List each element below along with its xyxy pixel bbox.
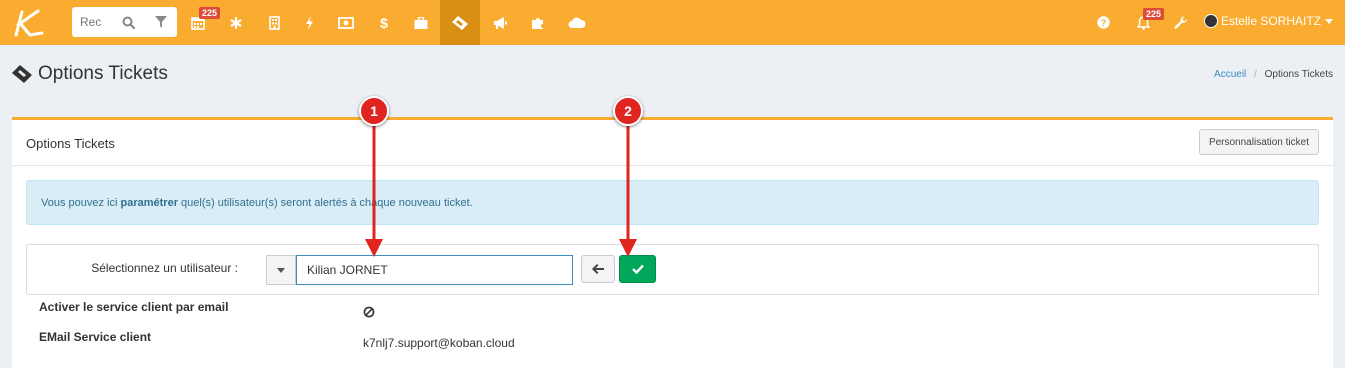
- caret-down-icon: [277, 267, 285, 273]
- bell-icon[interactable]: [1124, 0, 1162, 45]
- briefcase-icon[interactable]: [402, 0, 440, 45]
- page-title: Options Tickets: [12, 63, 168, 85]
- info-alert: Vous pouvez ici paramétrer quel(s) utili…: [26, 180, 1319, 225]
- user-dropdown-toggle[interactable]: [266, 255, 296, 285]
- svg-text:?: ?: [1100, 18, 1106, 28]
- customize-ticket-button[interactable]: Personnalisation ticket: [1198, 129, 1319, 155]
- help-icon[interactable]: ?: [1084, 0, 1122, 45]
- breadcrumb: Accueil / Options Tickets: [1214, 69, 1333, 80]
- alert-prefix: Vous pouvez ici: [41, 196, 121, 209]
- validate-button[interactable]: [619, 255, 656, 283]
- check-icon: [631, 264, 644, 274]
- alert-suffix: quel(s) utilisateur(s) seront alertés à …: [177, 196, 473, 209]
- building-icon[interactable]: [255, 0, 293, 45]
- user-name: Estelle SORHAITZ: [1220, 14, 1321, 28]
- breadcrumb-current: Options Tickets: [1264, 69, 1333, 80]
- puzzle-icon[interactable]: [519, 0, 557, 45]
- search-icon[interactable]: [118, 12, 138, 32]
- back-button[interactable]: [581, 255, 615, 283]
- caret-down-icon: [1325, 18, 1333, 24]
- breadcrumb-separator: /: [1254, 69, 1257, 80]
- page-title-text: Options Tickets: [38, 63, 168, 84]
- select-user-label: Sélectionnez un utilisateur :: [91, 261, 238, 275]
- user-select-panel: Sélectionnez un utilisateur :: [26, 244, 1319, 295]
- search-box: [72, 7, 177, 37]
- options-box: Options Tickets Personnalisation ticket …: [12, 117, 1333, 368]
- avatar: [1203, 14, 1218, 28]
- top-navbar: 225 $ ? 225 Estelle SORHAITZ: [0, 0, 1345, 45]
- ticket-icon: [12, 65, 32, 83]
- breadcrumb-home-link[interactable]: Accueil: [1214, 69, 1246, 80]
- email-service-client-value: k7nlj7.support@koban.cloud: [363, 336, 515, 350]
- arrow-left-icon: [592, 264, 604, 274]
- cloud-icon[interactable]: [558, 0, 596, 45]
- bolt-icon[interactable]: [290, 0, 328, 45]
- disabled-icon: [363, 306, 375, 318]
- ticket-icon[interactable]: [440, 0, 480, 45]
- asterisk-icon[interactable]: [217, 0, 255, 45]
- bullhorn-icon[interactable]: [481, 0, 519, 45]
- koban-logo[interactable]: [12, 9, 46, 37]
- filter-icon[interactable]: [151, 12, 171, 32]
- search-input[interactable]: [80, 13, 106, 31]
- money-icon[interactable]: [327, 0, 365, 45]
- dollar-icon[interactable]: $: [365, 0, 403, 45]
- notification-badge: 225: [1143, 8, 1165, 20]
- user-menu[interactable]: Estelle SORHAITZ: [1203, 14, 1333, 28]
- user-input[interactable]: [296, 255, 573, 285]
- wrench-icon[interactable]: [1162, 0, 1200, 45]
- box-title: Options Tickets: [26, 136, 115, 151]
- alert-bold: paramétrer: [120, 196, 178, 209]
- annotation-marker-2: 2: [613, 96, 643, 126]
- email-service-client-label: EMail Service client: [39, 330, 152, 344]
- box-header: Options Tickets Personnalisation ticket: [12, 120, 1333, 166]
- annotation-marker-1: 1: [359, 96, 389, 126]
- email-service-label: Activer le service client par email: [39, 300, 229, 314]
